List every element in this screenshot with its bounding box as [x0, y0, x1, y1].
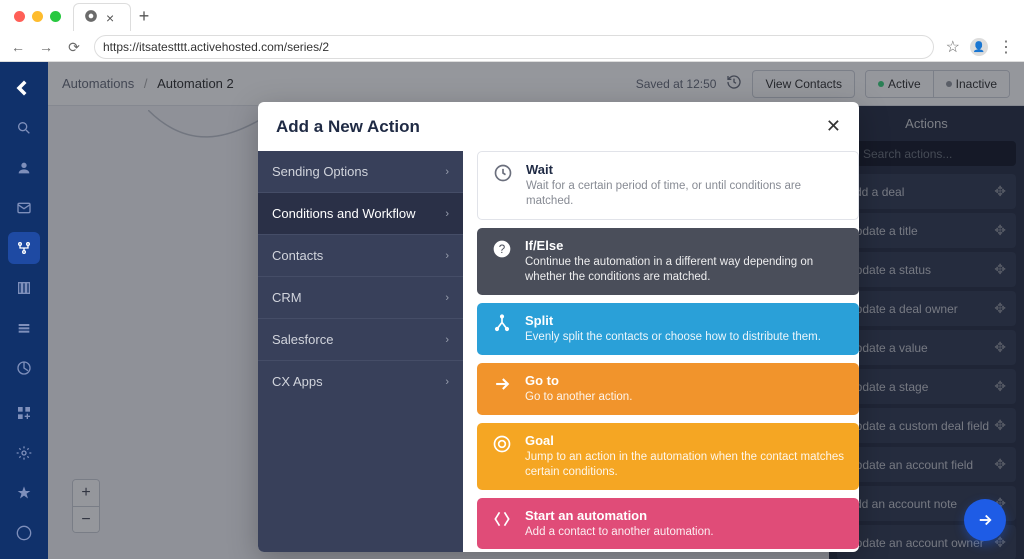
chevron-right-icon: › [445, 166, 449, 178]
add-action-modal: Add a New Action ✕ Sending Options›Condi… [258, 102, 859, 552]
close-window[interactable] [14, 11, 25, 22]
close-icon[interactable]: ✕ [826, 116, 841, 137]
modal-title: Add a New Action [276, 117, 420, 137]
minimize-window[interactable] [32, 11, 43, 22]
settings-icon[interactable] [8, 437, 40, 469]
help-icon[interactable] [8, 517, 40, 549]
ifelse-icon: ? [491, 238, 513, 260]
browser-tab[interactable]: × [73, 3, 131, 31]
logo-icon[interactable] [8, 72, 40, 104]
option-title: If/Else [525, 238, 845, 253]
category-label: Sending Options [272, 164, 368, 179]
reports-icon[interactable] [8, 352, 40, 384]
option-description: Continue the automation in a different w… [525, 255, 845, 285]
category-label: Contacts [272, 248, 323, 263]
split-icon [491, 313, 513, 335]
category-label: CRM [272, 290, 302, 305]
option-goal[interactable]: Goal Jump to an action in the automation … [477, 423, 859, 490]
back-button[interactable]: ← [10, 39, 26, 55]
category-label: CX Apps [272, 374, 323, 389]
campaigns-icon[interactable] [8, 192, 40, 224]
option-title: Wait [526, 162, 844, 177]
category-item[interactable]: Conditions and Workflow › [258, 192, 463, 234]
browser-chrome: × + ← → ⟳ https://itsatestttt.activehost… [0, 0, 1024, 62]
contacts-icon[interactable] [8, 152, 40, 184]
goto-icon [491, 373, 513, 395]
option-description: Wait for a certain period of time, or un… [526, 179, 844, 209]
option-split[interactable]: Split Evenly split the contacts or choose… [477, 303, 859, 355]
search-icon[interactable] [8, 112, 40, 144]
bookmark-icon[interactable]: ☆ [946, 37, 960, 57]
deals-icon[interactable] [8, 272, 40, 304]
category-item[interactable]: Sending Options › [258, 151, 463, 192]
apps-icon[interactable] [8, 397, 40, 429]
automations-icon[interactable] [8, 232, 40, 264]
option-goto[interactable]: Go to Go to another action. [477, 363, 859, 415]
option-title: Goal [525, 433, 845, 448]
chevron-right-icon: › [445, 334, 449, 346]
option-list: Wait Wait for a certain period of time, o… [463, 151, 859, 552]
chevron-right-icon: › [445, 250, 449, 262]
chevron-right-icon: › [445, 376, 449, 388]
chevron-right-icon: › [445, 208, 449, 220]
chrome-icon [84, 9, 98, 26]
lists-icon[interactable] [8, 312, 40, 344]
option-title: Start an automation [525, 508, 714, 523]
option-description: Add a contact to another automation. [525, 525, 714, 540]
url-text: https://itsatestttt.activehosted.com/ser… [103, 40, 329, 54]
svg-text:?: ? [499, 243, 506, 256]
maximize-window[interactable] [50, 11, 61, 22]
category-item[interactable]: Contacts › [258, 234, 463, 276]
menu-icon[interactable]: ⋮ [998, 37, 1014, 57]
option-description: Jump to an action in the automation when… [525, 450, 845, 480]
profile-icon[interactable]: 👤 [970, 38, 988, 56]
favorites-icon[interactable] [8, 477, 40, 509]
option-wait[interactable]: Wait Wait for a certain period of time, o… [477, 151, 859, 220]
reload-button[interactable]: ⟳ [66, 39, 82, 56]
category-item[interactable]: CX Apps › [258, 360, 463, 402]
assistant-fab[interactable] [964, 499, 1006, 541]
left-nav-rail [0, 62, 48, 559]
close-tab-icon[interactable]: × [106, 10, 120, 24]
option-ifelse[interactable]: ? If/Else Continue the automation in a dif… [477, 228, 859, 295]
forward-button[interactable]: → [38, 39, 54, 55]
category-label: Salesforce [272, 332, 333, 347]
option-title: Go to [525, 373, 632, 388]
start-icon [491, 508, 513, 530]
category-item[interactable]: CRM › [258, 276, 463, 318]
option-description: Evenly split the contacts or choose how … [525, 330, 821, 345]
app-root: Automations / Automation 2 Saved at 12:5… [0, 62, 1024, 559]
category-list: Sending Options › Conditions and Workflow ›… [258, 151, 463, 552]
option-start[interactable]: Start an automation Add a contact to anot… [477, 498, 859, 550]
category-item[interactable]: Salesforce › [258, 318, 463, 360]
category-label: Conditions and Workflow [272, 206, 416, 221]
goal-icon [491, 433, 513, 455]
wait-icon [492, 162, 514, 184]
new-tab-button[interactable]: + [131, 4, 157, 30]
option-description: Go to another action. [525, 390, 632, 405]
chevron-right-icon: › [445, 292, 449, 304]
main-area: Automations / Automation 2 Saved at 12:5… [48, 62, 1024, 559]
option-title: Split [525, 313, 821, 328]
window-controls [14, 11, 61, 22]
address-bar[interactable]: https://itsatestttt.activehosted.com/ser… [94, 35, 934, 59]
